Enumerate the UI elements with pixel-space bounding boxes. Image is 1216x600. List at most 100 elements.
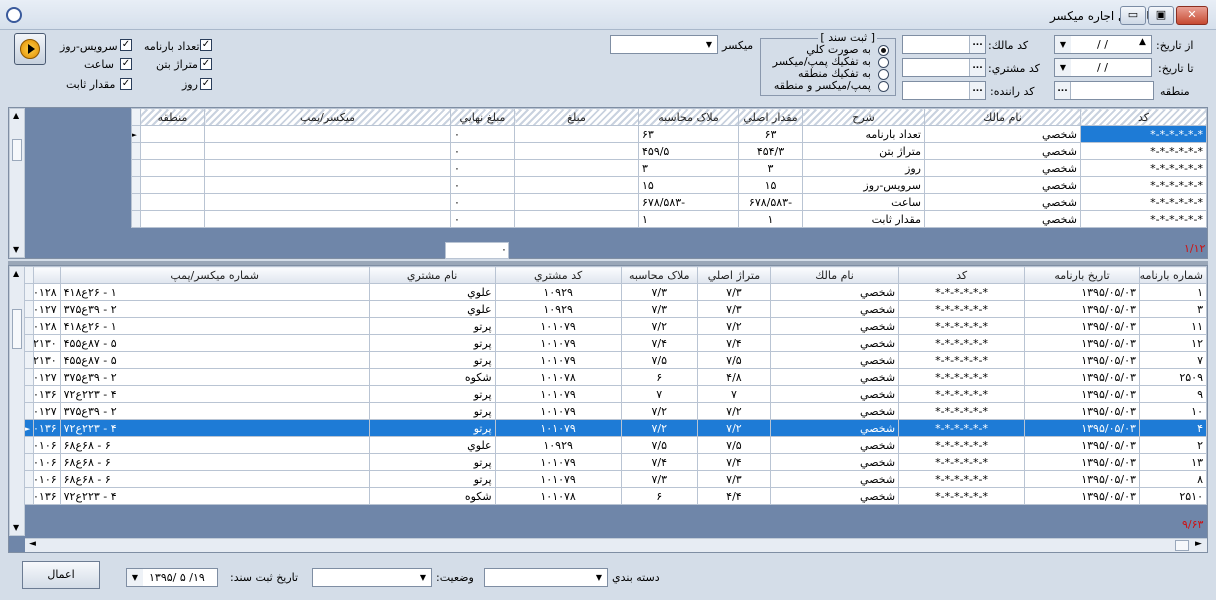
summary-cell[interactable] — [204, 159, 451, 177]
waybill-cell[interactable]: شخصي — [770, 300, 900, 318]
waybill-cell[interactable]: ۷/۵ — [620, 351, 698, 369]
waybill-cell[interactable]: ۱۰۱۰۷۹ — [494, 334, 622, 352]
waybill-cell[interactable]: شخصي — [770, 334, 900, 352]
summary-col-header[interactable]: مبلغ نهايي — [450, 108, 515, 126]
waybill-cell[interactable]: پرتو — [368, 351, 496, 369]
waybill-cell[interactable]: ۱۰۱۰۷۸ — [494, 368, 622, 386]
waybill-row[interactable]: ۲ ۱۳۹۵/۰۵/۰۳ *-*-*-*-*-* شخصي ۷/۵ ۷/۵ ۱۰۹۲۹ علو… — [23, 436, 1208, 454]
waybill-cell[interactable]: ۱۳۹۵/۰۵/۰۳ — [1024, 453, 1140, 471]
waybill-cell[interactable]: ۱۳ — [1138, 453, 1208, 471]
summary-cell[interactable]: شخصي — [924, 159, 1081, 177]
summary-col-header[interactable]: كد — [1080, 108, 1207, 126]
scroll-right-icon[interactable]: ► — [1195, 539, 1202, 549]
waybill-cell[interactable]: ۱۰۱۰۷۹ — [494, 402, 622, 420]
waybill-cell[interactable]: ۱۳۹۵/۰۵/۰۳ — [1024, 351, 1140, 369]
waybill-cell[interactable]: ۰۱۳۶ — [33, 385, 61, 403]
row-indicator[interactable] — [131, 142, 141, 160]
scroll-left-icon[interactable]: ◄ — [29, 539, 36, 549]
waybill-cell[interactable]: شخصي — [770, 385, 900, 403]
apply-button[interactable]: اعمال — [22, 561, 100, 589]
status-select[interactable]: ▼ — [312, 568, 432, 587]
waybill-cell[interactable]: *-*-*-*-*-* — [898, 334, 1026, 352]
voucher-option-0-radio[interactable] — [878, 45, 889, 56]
row-indicator[interactable] — [131, 176, 141, 194]
waybill-cell[interactable]: ۷/۳ — [696, 283, 772, 301]
summary-cell[interactable]: ۶۳ — [738, 125, 803, 143]
waybill-cell[interactable]: ۴/۴ — [696, 487, 772, 505]
close-button[interactable]: ✕ — [1176, 6, 1208, 25]
waybill-col-header[interactable]: متراژ اصلي — [696, 266, 772, 284]
waybill-col-header[interactable]: نام مشتري — [368, 266, 496, 284]
customer-code-field[interactable]: ... — [902, 58, 986, 77]
waybill-cell[interactable]: ۷/۴ — [696, 334, 772, 352]
waybill-cell[interactable]: شخصي — [770, 317, 900, 335]
waybill-cell[interactable]: ۱۳۹۵/۰۵/۰۳ — [1024, 300, 1140, 318]
waybill-cell[interactable]: ۷/۲ — [696, 419, 772, 437]
status-dropdown-icon[interactable]: ▼ — [415, 569, 431, 586]
waybill-cell[interactable]: ۷/۴ — [620, 453, 698, 471]
waybill-cell[interactable]: ۷/۴ — [696, 453, 772, 471]
waybill-cell[interactable]: پرتو — [368, 453, 496, 471]
summary-cell[interactable]: -۶۷۸/۵۸۳ — [738, 193, 803, 211]
waybill-cell[interactable]: ۴ - ۲۲۳ع۷۲ — [59, 385, 370, 403]
waybill-cell[interactable]: ۵ - ۸۷ع۴۵۵ — [59, 351, 370, 369]
waybill-cell[interactable]: ۲۱۳۰ — [33, 351, 61, 369]
summary-col-header[interactable]: نام مالك — [924, 108, 1081, 126]
waybill-cell[interactable]: ۶ - ۶۸ع۶۸ — [59, 436, 370, 454]
waybill-row[interactable]: ۸ ۱۳۹۵/۰۵/۰۳ *-*-*-*-*-* شخصي ۷/۳ ۷/۳ ۱۰۱۰۷۹ پر… — [23, 470, 1208, 488]
waybill-cell[interactable]: ۰۱۲۸ — [33, 283, 61, 301]
summary-cell[interactable] — [204, 210, 451, 228]
waybill-row[interactable]: ۱ ۱۳۹۵/۰۵/۰۳ *-*-*-*-*-* شخصي ۷/۳ ۷/۳ ۱۰۹۲۹ علو… — [23, 283, 1208, 301]
waybill-cell[interactable]: *-*-*-*-*-* — [898, 436, 1026, 454]
summary-cell[interactable] — [140, 193, 205, 211]
row-indicator[interactable] — [23, 283, 35, 301]
summary-cell[interactable]: مقدار ثابت — [802, 210, 925, 228]
summary-cell[interactable]: *-*-*-*-*-* — [1080, 142, 1207, 160]
waybill-cell[interactable]: ۱۰۹۲۹ — [494, 300, 622, 318]
category-dropdown-icon[interactable]: ▼ — [591, 569, 607, 586]
waybill-cell[interactable]: ۱ - ۲۶ع۴۱۸ — [59, 283, 370, 301]
waybill-cell[interactable]: ۷/۵ — [696, 436, 772, 454]
current-row-arrow-icon[interactable]: ► — [131, 125, 141, 143]
waybill-cell[interactable]: ۷/۳ — [620, 300, 698, 318]
waybill-cell[interactable]: ۷ — [1138, 351, 1208, 369]
check-waybill-count[interactable]: ✓ — [200, 39, 212, 51]
waybill-cell[interactable]: *-*-*-*-*-* — [898, 470, 1026, 488]
waybill-cell[interactable]: ۰۱۳۶ — [33, 419, 61, 437]
scroll-up-icon[interactable]: ▲ — [13, 269, 19, 278]
waybill-cell[interactable]: ۰۱۰۶ — [33, 470, 61, 488]
waybill-cell[interactable]: ۶ - ۶۸ع۶۸ — [59, 453, 370, 471]
waybill-cell[interactable]: ۰۱۳۶ — [33, 487, 61, 505]
waybill-cell[interactable]: *-*-*-*-*-* — [898, 317, 1026, 335]
summary-cell[interactable] — [140, 125, 205, 143]
waybill-cell[interactable]: ۷ — [696, 385, 772, 403]
waybill-row[interactable]: ۱۱ ۱۳۹۵/۰۵/۰۳ *-*-*-*-*-* شخصي ۷/۲ ۷/۲ ۱۰۱۰۷۹ پ… — [23, 317, 1208, 335]
scroll-thumb[interactable] — [12, 309, 22, 349]
waybill-cell[interactable]: ۱۰۹۲۹ — [494, 436, 622, 454]
waybill-cell[interactable]: ۱۰۱۰۷۹ — [494, 419, 622, 437]
waybill-cell[interactable]: ۱۰۱۰۷۹ — [494, 453, 622, 471]
waybill-cell[interactable]: شكوه — [368, 487, 496, 505]
waybill-cell[interactable]: ۵ - ۸۷ع۴۵۵ — [59, 334, 370, 352]
waybill-cell[interactable]: ۴ - ۲۲۳ع۷۲ — [59, 419, 370, 437]
summary-cell[interactable]: سرويس-روز — [802, 176, 925, 194]
waybill-cell[interactable]: ۷/۲ — [620, 402, 698, 420]
summary-cell[interactable]: *-*-*-*-*-* — [1080, 125, 1207, 143]
doc-date-dropdown-icon[interactable]: ▼ — [127, 569, 143, 586]
summary-grid-scrollbar[interactable]: ▲ ▼ — [9, 108, 25, 258]
summary-cell[interactable]: ۰ — [450, 193, 515, 211]
to-date-field[interactable]: ▼ / / — [1054, 58, 1152, 77]
row-indicator[interactable] — [23, 334, 35, 352]
summary-col-header[interactable]: ملاک محاسبه — [638, 108, 739, 126]
waybill-cell[interactable]: ۰۱۰۶ — [33, 453, 61, 471]
row-indicator[interactable] — [23, 317, 35, 335]
waybill-cell[interactable]: ۴ - ۲۲۳ع۷۲ — [59, 487, 370, 505]
waybill-cell[interactable]: ۷/۵ — [620, 436, 698, 454]
waybill-hscrollbar[interactable]: ◄ ► — [25, 538, 1207, 552]
summary-cell[interactable]: ۶۳ — [638, 125, 739, 143]
waybill-cell[interactable]: ۳ — [1138, 300, 1208, 318]
waybill-cell[interactable]: ۱ — [1138, 283, 1208, 301]
summary-col-header[interactable]: مبلغ — [514, 108, 639, 126]
summary-cell[interactable]: شخصي — [924, 125, 1081, 143]
summary-cell[interactable]: شخصي — [924, 210, 1081, 228]
